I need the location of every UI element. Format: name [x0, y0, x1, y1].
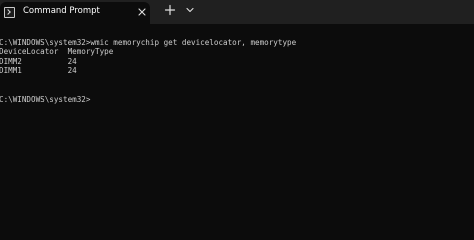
terminal-window: Command Prompt C:\WINDOWS\system32>wmic … — [0, 0, 474, 237]
terminal-icon — [4, 7, 15, 18]
terminal-output[interactable]: C:\WINDOWS\system32>wmic memorychip get … — [0, 24, 474, 237]
terminal-line: C:\WINDOWS\system32>wmic memorychip get … — [0, 37, 297, 47]
plus-icon[interactable] — [163, 3, 177, 17]
close-icon[interactable] — [136, 6, 148, 18]
tab-title: Command Prompt — [23, 6, 100, 16]
tab-command-prompt[interactable]: Command Prompt — [0, 2, 150, 24]
terminal-line: DeviceLocator MemoryType — [0, 47, 114, 56]
terminal-line: DIMM1 24 — [0, 66, 77, 75]
terminal-line: DIMM2 24 — [0, 56, 77, 66]
title-bar: Command Prompt — [0, 0, 474, 24]
terminal-line: C:\WINDOWS\system32> — [0, 94, 91, 104]
chevron-down-icon[interactable] — [184, 4, 196, 16]
